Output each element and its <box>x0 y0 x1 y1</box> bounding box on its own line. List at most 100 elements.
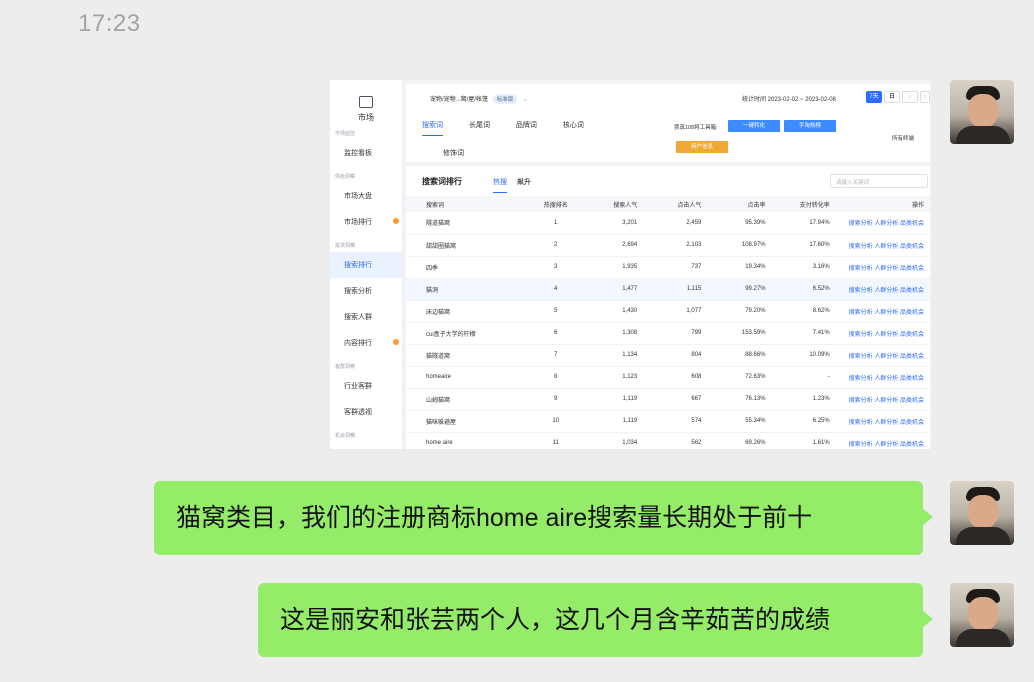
table-row[interactable]: 甜甜圈猫窝 2 2,694 2,103 108.97% 17.60% 搜索分析 人群分析 品… <box>406 234 930 257</box>
sidebar-logo-label: 市场 <box>358 113 374 122</box>
tab-core[interactable]: 核心词 <box>563 122 584 129</box>
tab-brand[interactable]: 品牌词 <box>516 122 537 129</box>
tab-long-tail[interactable]: 长尾词 <box>469 122 490 129</box>
table-row[interactable]: 四季 3 1,935 737 19.34% 3.16% 搜索分析 人群分析 品类机会 <box>406 256 930 279</box>
col-ctr[interactable]: 点击率 <box>705 196 770 212</box>
keyword-search-input[interactable]: 请输入关键词 <box>830 174 928 188</box>
col-rank[interactable]: 热搜排名 <box>534 196 578 212</box>
market-icon <box>359 96 373 108</box>
avatar[interactable] <box>950 481 1014 545</box>
user-info-button[interactable]: 用户信息 <box>676 141 728 153</box>
cell-actions[interactable]: 搜索分析 人群分析 品类机会 <box>833 432 930 449</box>
table-row[interactable]: 山姆猫窝 9 1,119 667 76.13% 1.23% 搜索分析 人群分析 品类机会 <box>406 388 930 411</box>
cell-actions[interactable]: 搜索分析 人群分析 品类机会 <box>833 234 930 257</box>
next-icon[interactable]: › <box>920 91 930 103</box>
cell-actions[interactable]: 搜索分析 人群分析 品类机会 <box>833 278 930 301</box>
sidebar-group: 机会洞察 <box>335 433 356 439</box>
cell-cvr: 1.23% <box>769 388 834 411</box>
cell-rank: 11 <box>534 432 578 449</box>
one-click-button[interactable]: 一键转化 <box>728 120 780 132</box>
ranking-table: 搜索词 热搜排名 搜索人气 点击人气 点击率 支付转化率 操作 隧道猫窝 1 3,2… <box>406 196 930 449</box>
cell-term: 四季 <box>406 256 535 279</box>
cell-term: 猫隧道窝 <box>406 344 535 367</box>
table-row[interactable]: 猫咪躲避屋 10 1,119 574 55.34% 6.25% 搜索分析 人群分析 品类机会 <box>406 410 930 433</box>
cell-search: 1,034 <box>577 432 642 449</box>
cell-click: 2,459 <box>641 212 706 235</box>
table-row[interactable]: homeaire 8 1,123 608 72.63% - 搜索分析 人群分析 品类机会 <box>406 366 930 389</box>
tab-modifier[interactable]: 修饰词 <box>443 148 464 158</box>
col-search[interactable]: 搜索人气 <box>577 196 642 212</box>
chat-bubble[interactable]: 猫窝类目，我们的注册商标home aire搜索量长期处于前十 <box>154 481 933 555</box>
cell-cvr: 10.09% <box>769 344 834 367</box>
cell-actions[interactable]: 搜索分析 人群分析 品类机会 <box>833 300 930 323</box>
terminal-select[interactable]: 所有终端 <box>892 134 914 142</box>
cell-actions[interactable]: 搜索分析 人群分析 品类机会 <box>833 212 930 235</box>
cell-term: 猫咪躲避屋 <box>406 410 535 433</box>
cell-rank: 3 <box>534 256 578 279</box>
cell-actions[interactable]: 搜索分析 人群分析 品类机会 <box>833 366 930 389</box>
sidebar-item[interactable]: 客群透视 <box>330 399 402 425</box>
col-cvr[interactable]: 支付转化率 <box>769 196 834 212</box>
hot-list-button[interactable]: 手淘热榜 <box>784 120 836 132</box>
table-row[interactable]: 猫洞 4 1,477 1,115 99.27% 6.52% 搜索分析 人群分析 品类机会 <box>406 278 930 301</box>
sidebar-item[interactable]: 市场大盘 <box>330 183 402 209</box>
cell-cvr: 6.52% <box>769 278 834 301</box>
cell-click: 804 <box>641 344 706 367</box>
table-row[interactable]: 床边猫窝 5 1,430 1,077 79.20% 8.62% 搜索分析 人群分析 品类机会 <box>406 300 930 323</box>
sidebar-logo: 市场 <box>330 80 402 123</box>
chevron-down-icon[interactable]: ⌄ <box>523 97 528 103</box>
cell-actions[interactable]: 搜索分析 人群分析 品类机会 <box>833 344 930 367</box>
cell-ctr: 72.63% <box>705 366 770 389</box>
new-dot-icon <box>393 218 399 224</box>
tab-hot[interactable]: 热搜 <box>493 179 507 193</box>
sidebar-item[interactable]: 监控看板 <box>330 140 402 166</box>
table-row[interactable]: cui盒子大学的柠檬 6 1,308 799 153.59% 7.41% 搜索分析 人群分析… <box>406 322 930 345</box>
range-7d-button[interactable]: 7天 <box>866 91 882 103</box>
sidebar-item[interactable]: 行业客群 <box>330 373 402 399</box>
cell-search: 1,430 <box>577 300 642 323</box>
cell-term: home aire <box>406 432 535 449</box>
tab-search-term[interactable]: 搜索词 <box>422 122 443 136</box>
sidebar-item-label: 市场排行 <box>344 219 372 226</box>
range-day-button[interactable]: 日 <box>884 91 900 103</box>
col-term[interactable]: 搜索词 <box>406 196 535 212</box>
shared-screenshot[interactable]: 市场 市场监控 监控看板 供给洞察 市场大盘 市场排行 需求洞察 搜索排行 搜索… <box>330 80 931 449</box>
tab-rise[interactable]: 飙升 <box>517 179 531 186</box>
sidebar-item-active[interactable]: 搜索排行 <box>330 252 402 278</box>
ranking-panel: 搜索词排行 热搜 飙升 请输入关键词 搜索词 热搜排名 搜索人气 点击人气 点击… <box>406 166 930 449</box>
cell-term: 床边猫窝 <box>406 300 535 323</box>
sidebar-item[interactable]: 搜索人群 <box>330 304 402 330</box>
sidebar-item[interactable]: 市场排行 <box>330 209 402 235</box>
cell-actions[interactable]: 搜索分析 人群分析 品类机会 <box>833 322 930 345</box>
cell-term: cui盒子大学的柠檬 <box>406 322 535 345</box>
cell-cvr: 3.16% <box>769 256 834 279</box>
avatar[interactable] <box>950 583 1014 647</box>
cell-search: 1,119 <box>577 388 642 411</box>
cell-ctr: 88.66% <box>705 344 770 367</box>
sidebar-group: 需求洞察 <box>335 243 356 249</box>
cell-term: 猫洞 <box>406 278 535 301</box>
prev-icon[interactable]: ‹ <box>902 91 918 103</box>
keyword-tabs: 搜索词 长尾词 品牌词 核心词 <box>422 120 608 136</box>
panel-tabs: 热搜 飙升 <box>493 177 531 193</box>
cell-actions[interactable]: 搜索分析 人群分析 品类机会 <box>833 410 930 433</box>
top-bar: 宠物/宠物...窝/屋/帐篷 标准版 ⌄ 统计时间 2023-02-02 ~ 2… <box>406 84 930 162</box>
col-click[interactable]: 点击人气 <box>641 196 706 212</box>
cell-ctr: 55.34% <box>705 410 770 433</box>
breadcrumb[interactable]: 宠物/宠物...窝/屋/帐篷 标准版 ⌄ <box>430 94 528 104</box>
cell-rank: 7 <box>534 344 578 367</box>
cell-actions[interactable]: 搜索分析 人群分析 品类机会 <box>833 256 930 279</box>
table-row[interactable]: 猫隧道窝 7 1,134 804 88.66% 10.09% 搜索分析 人群分析 品类机会 <box>406 344 930 367</box>
cell-rank: 4 <box>534 278 578 301</box>
cell-click: 667 <box>641 388 706 411</box>
sidebar-item[interactable]: 搜索分析 <box>330 278 402 304</box>
table-row[interactable]: 隧道猫窝 1 3,201 2,459 95.39% 17.94% 搜索分析 人群分析 品类机… <box>406 212 930 235</box>
cell-cvr: 1.61% <box>769 432 834 449</box>
cell-rank: 10 <box>534 410 578 433</box>
table-row[interactable]: home aire 11 1,034 562 69.26% 1.61% 搜索分析 人群分析 … <box>406 432 930 449</box>
sidebar-item[interactable]: 内容排行 <box>330 330 402 356</box>
cell-cvr: 6.25% <box>769 410 834 433</box>
cell-actions[interactable]: 搜索分析 人群分析 品类机会 <box>833 388 930 411</box>
chat-bubble[interactable]: 这是丽安和张芸两个人，这几个月含辛茹苦的成绩 <box>258 583 933 657</box>
avatar[interactable] <box>950 80 1014 144</box>
